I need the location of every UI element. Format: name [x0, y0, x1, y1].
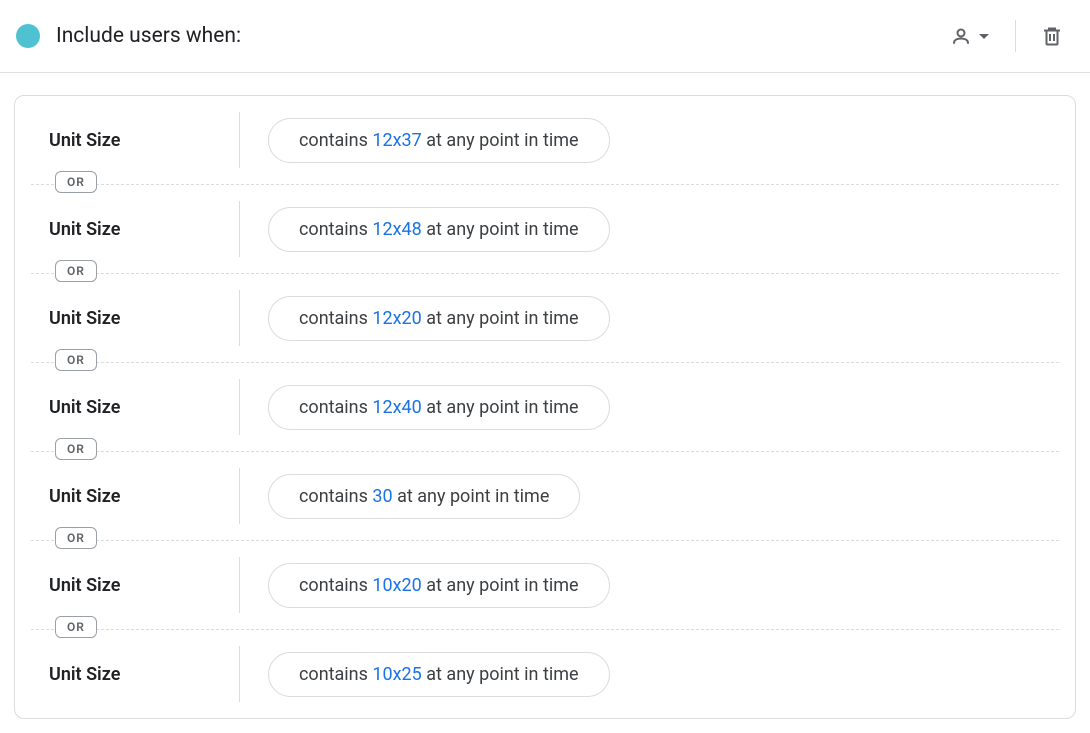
or-badge: OR	[55, 171, 97, 193]
chip-value: 10x20	[372, 575, 421, 596]
condition-cell: contains 10x25 at any point in time	[240, 652, 1075, 697]
condition-chip[interactable]: contains 30 at any point in time	[268, 474, 580, 519]
or-badge: OR	[55, 527, 97, 549]
chip-prefix: contains	[299, 219, 372, 240]
chip-suffix: at any point in time	[422, 219, 579, 240]
or-divider: OR	[15, 362, 1075, 363]
chip-suffix: at any point in time	[422, 575, 579, 596]
chip-suffix: at any point in time	[393, 486, 550, 507]
or-badge: OR	[55, 349, 97, 371]
dimension-label[interactable]: Unit Size	[15, 575, 239, 596]
condition-cell: contains 10x20 at any point in time	[240, 563, 1075, 608]
dashed-line	[31, 451, 1059, 452]
audience-color-dot	[16, 24, 40, 48]
dimension-label[interactable]: Unit Size	[15, 664, 239, 685]
dashed-line	[31, 184, 1059, 185]
condition-cell: contains 12x40 at any point in time	[240, 385, 1075, 430]
or-divider: OR	[15, 184, 1075, 185]
trash-icon	[1040, 24, 1064, 48]
condition-cell: contains 30 at any point in time	[240, 474, 1075, 519]
condition-chip[interactable]: contains 12x37 at any point in time	[268, 118, 610, 163]
chip-value: 10x25	[372, 664, 421, 685]
condition-row: Unit Size contains 12x40 at any point in…	[15, 363, 1075, 451]
or-badge: OR	[55, 260, 97, 282]
chip-value: 12x37	[372, 130, 421, 151]
dashed-line	[31, 629, 1059, 630]
chip-prefix: contains	[299, 486, 372, 507]
chip-value: 12x48	[372, 219, 421, 240]
condition-chip[interactable]: contains 12x48 at any point in time	[268, 207, 610, 252]
condition-chip[interactable]: contains 12x40 at any point in time	[268, 385, 610, 430]
chip-value: 12x20	[372, 308, 421, 329]
condition-cell: contains 12x20 at any point in time	[240, 296, 1075, 341]
dimension-label[interactable]: Unit Size	[15, 219, 239, 240]
vertical-divider	[1015, 20, 1016, 52]
chip-value: 12x40	[372, 397, 421, 418]
dashed-line	[31, 362, 1059, 363]
person-icon	[949, 24, 973, 48]
or-badge: OR	[55, 616, 97, 638]
dashed-line	[31, 273, 1059, 274]
chip-suffix: at any point in time	[422, 130, 579, 151]
or-badge: OR	[55, 438, 97, 460]
condition-row: Unit Size contains 12x48 at any point in…	[15, 185, 1075, 273]
or-divider: OR	[15, 540, 1075, 541]
chip-prefix: contains	[299, 130, 372, 151]
condition-chip[interactable]: contains 10x25 at any point in time	[268, 652, 610, 697]
chip-value: 30	[372, 486, 392, 507]
dimension-label[interactable]: Unit Size	[15, 397, 239, 418]
condition-chip[interactable]: contains 10x20 at any point in time	[268, 563, 610, 608]
chip-suffix: at any point in time	[422, 664, 579, 685]
chip-prefix: contains	[299, 308, 372, 329]
or-divider: OR	[15, 451, 1075, 452]
or-divider: OR	[15, 273, 1075, 274]
chip-prefix: contains	[299, 664, 372, 685]
audience-header: Include users when:	[0, 0, 1090, 73]
condition-cell: contains 12x37 at any point in time	[240, 118, 1075, 163]
dimension-label[interactable]: Unit Size	[15, 130, 239, 151]
chip-prefix: contains	[299, 575, 372, 596]
header-actions	[941, 18, 1070, 54]
condition-row: Unit Size contains 10x25 at any point in…	[15, 630, 1075, 718]
chip-suffix: at any point in time	[422, 397, 579, 418]
condition-row: Unit Size contains 12x20 at any point in…	[15, 274, 1075, 362]
chevron-down-icon	[979, 34, 989, 39]
condition-chip[interactable]: contains 12x20 at any point in time	[268, 296, 610, 341]
chip-suffix: at any point in time	[422, 308, 579, 329]
condition-cell: contains 12x48 at any point in time	[240, 207, 1075, 252]
dashed-line	[31, 540, 1059, 541]
delete-button[interactable]	[1034, 18, 1070, 54]
or-divider: OR	[15, 629, 1075, 630]
dimension-label[interactable]: Unit Size	[15, 486, 239, 507]
chip-prefix: contains	[299, 397, 372, 418]
condition-row: Unit Size contains 30 at any point in ti…	[15, 452, 1075, 540]
condition-row: Unit Size contains 10x20 at any point in…	[15, 541, 1075, 629]
conditions-card: Unit Size contains 12x37 at any point in…	[14, 95, 1076, 719]
header-title: Include users when:	[56, 24, 941, 48]
condition-row: Unit Size contains 12x37 at any point in…	[15, 96, 1075, 184]
dimension-label[interactable]: Unit Size	[15, 308, 239, 329]
scope-selector-button[interactable]	[941, 18, 997, 54]
